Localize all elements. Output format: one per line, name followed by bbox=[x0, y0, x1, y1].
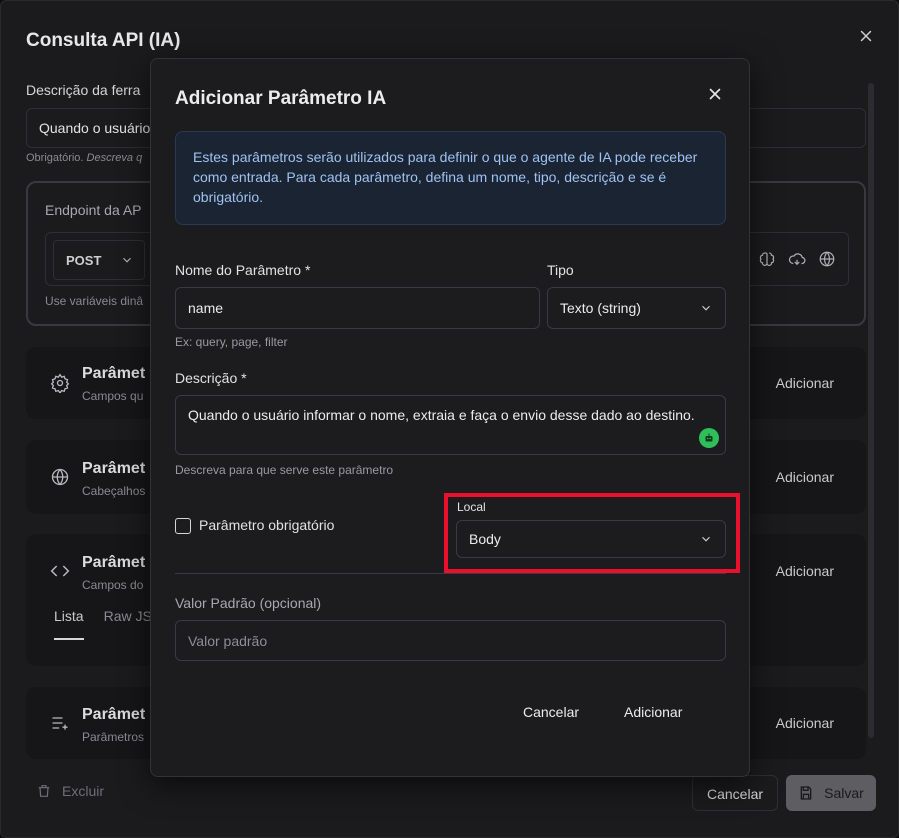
type-label: Tipo bbox=[547, 262, 574, 278]
name-label: Nome do Parâmetro * bbox=[175, 262, 311, 278]
cancel-button[interactable]: Cancelar bbox=[523, 704, 579, 720]
type-select[interactable]: Texto (string) bbox=[547, 287, 726, 329]
delete-button[interactable]: Excluir bbox=[36, 783, 104, 799]
close-icon[interactable] bbox=[857, 27, 875, 45]
add-button[interactable]: Adicionar bbox=[776, 563, 834, 579]
globe-icon[interactable] bbox=[818, 250, 836, 268]
card-subtitle: Parâmetros bbox=[82, 730, 145, 744]
info-banner: Estes parâmetros serão utilizados para d… bbox=[175, 131, 726, 225]
save-label: Salvar bbox=[824, 785, 864, 801]
modal-title: Adicionar Parâmetro IA bbox=[175, 88, 387, 109]
chevron-down-icon bbox=[120, 253, 134, 267]
required-checkbox[interactable] bbox=[175, 518, 191, 534]
add-button[interactable]: Adicionar bbox=[776, 375, 834, 391]
add-button[interactable]: Adicionar bbox=[776, 715, 834, 731]
card-title: Parâmet bbox=[82, 554, 146, 571]
description-label: Descrição da ferra bbox=[26, 82, 141, 98]
tab-lista[interactable]: Lista bbox=[54, 608, 84, 640]
local-label: Local bbox=[457, 500, 486, 514]
code-icon bbox=[50, 561, 70, 581]
name-input[interactable]: name bbox=[175, 287, 540, 329]
close-icon[interactable] bbox=[706, 85, 724, 103]
divider bbox=[175, 573, 726, 574]
name-hint: Ex: query, page, filter bbox=[175, 335, 288, 349]
card-title: Parâmet bbox=[82, 365, 146, 382]
method-select[interactable]: POST bbox=[53, 240, 145, 280]
trash-icon bbox=[36, 783, 52, 799]
card-subtitle: Campos do bbox=[82, 578, 144, 592]
description-hint: Descreva para que serve este parâmetro bbox=[175, 463, 394, 477]
robot-icon bbox=[703, 432, 715, 444]
card-title: Parâmet bbox=[82, 460, 146, 477]
default-value-label: Valor Padrão (opcional) bbox=[175, 595, 322, 611]
description-hint: Obrigatório. Descreva q bbox=[26, 152, 143, 164]
cloud-icon[interactable] bbox=[788, 250, 806, 268]
body-tabs: Lista Raw JS bbox=[54, 608, 152, 640]
endpoint-title: Endpoint da AP bbox=[45, 202, 142, 218]
save-button[interactable]: Salvar bbox=[786, 775, 876, 811]
scrollbar[interactable] bbox=[868, 83, 874, 738]
tab-raw-json[interactable]: Raw JS bbox=[104, 608, 152, 640]
method-value: POST bbox=[66, 253, 102, 268]
card-subtitle: Cabeçalhos bbox=[82, 484, 146, 498]
cancel-button[interactable]: Cancelar bbox=[692, 775, 778, 811]
list-plus-icon bbox=[50, 713, 70, 733]
card-subtitle: Campos qu bbox=[82, 389, 144, 403]
add-button[interactable]: Adicionar bbox=[624, 704, 682, 720]
save-icon bbox=[798, 785, 814, 801]
add-button[interactable]: Adicionar bbox=[776, 469, 834, 485]
card-title: Parâmet bbox=[82, 706, 146, 723]
brain-icon[interactable] bbox=[758, 250, 776, 268]
description-textarea[interactable]: Quando o usuário informar o nome, extrai… bbox=[175, 395, 726, 455]
type-value: Texto (string) bbox=[560, 300, 641, 316]
endpoint-icons bbox=[758, 250, 836, 268]
add-parameter-modal: Adicionar Parâmetro IA Estes parâmetros … bbox=[150, 58, 750, 777]
dialog-title: Consulta API (IA) bbox=[26, 30, 181, 51]
gear-icon bbox=[50, 373, 70, 393]
required-label: Parâmetro obrigatório bbox=[199, 517, 335, 533]
delete-label: Excluir bbox=[62, 783, 105, 799]
chevron-down-icon bbox=[699, 532, 713, 546]
default-value-input[interactable]: Valor padrão bbox=[175, 620, 726, 661]
globe-icon bbox=[50, 467, 70, 487]
chevron-down-icon bbox=[699, 301, 713, 315]
local-value: Body bbox=[469, 531, 501, 547]
description-value: Quando o usuário informar o nome, extrai… bbox=[188, 407, 695, 423]
description-label: Descrição * bbox=[175, 370, 247, 386]
endpoint-hint: Use variáveis dinâ bbox=[45, 294, 144, 308]
ai-assist-button[interactable] bbox=[699, 428, 719, 448]
local-select[interactable]: Body bbox=[456, 520, 726, 558]
